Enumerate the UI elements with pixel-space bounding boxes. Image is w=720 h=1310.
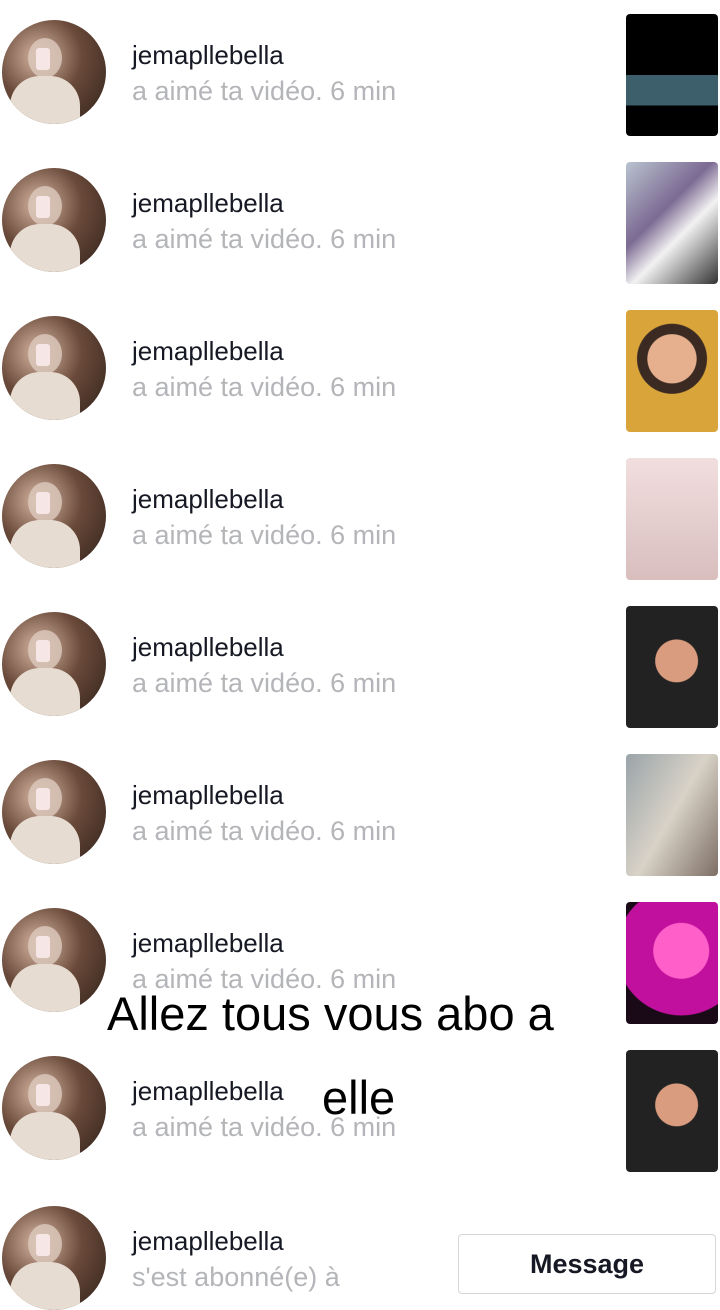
username[interactable]: jemapllebella [132, 1076, 284, 1107]
overlay-caption-line2: elle [322, 1071, 396, 1124]
notification-text: s'est abonné(e) à [132, 1262, 340, 1292]
video-thumbnail[interactable] [626, 162, 718, 284]
notification-row[interactable]: jemapllebella a aimé ta vidéo. 6 min [0, 606, 720, 760]
notification-row[interactable]: jemapllebella a aimé ta vidéo. 6 min [0, 14, 720, 168]
notification-row[interactable]: jemapllebella a aimé ta vidéo. 6 min [0, 310, 720, 464]
user-avatar[interactable] [2, 908, 106, 1012]
video-thumbnail[interactable] [626, 310, 718, 432]
video-thumbnail[interactable] [626, 606, 718, 728]
video-thumbnail[interactable] [626, 754, 718, 876]
notification-text: a aimé ta vidéo. 6 min [132, 224, 397, 254]
user-avatar[interactable] [2, 612, 106, 716]
user-avatar[interactable] [2, 1206, 106, 1310]
username[interactable]: jemapllebella [132, 928, 284, 959]
username[interactable]: jemapllebella [132, 336, 284, 367]
username[interactable]: jemapllebella [132, 188, 284, 219]
message-button[interactable]: Message [458, 1234, 716, 1294]
username[interactable]: jemapllebella [132, 780, 284, 811]
username[interactable]: jemapllebella [132, 1226, 284, 1257]
video-thumbnail[interactable] [626, 902, 718, 1024]
notification-row[interactable]: jemapllebella a aimé ta vidéo. 6 min [0, 754, 720, 908]
user-avatar[interactable] [2, 464, 106, 568]
overlay-caption-line1: Allez tous vous abo a [107, 987, 554, 1040]
video-thumbnail[interactable] [626, 458, 718, 580]
video-thumbnail[interactable] [626, 1050, 718, 1172]
user-avatar[interactable] [2, 760, 106, 864]
username[interactable]: jemapllebella [132, 40, 284, 71]
username[interactable]: jemapllebella [132, 632, 284, 663]
message-button-label: Message [529, 1249, 645, 1279]
notification-text: a aimé ta vidéo. 6 min [132, 520, 397, 550]
user-avatar[interactable] [2, 316, 106, 420]
username[interactable]: jemapllebella [132, 484, 284, 515]
video-thumbnail[interactable] [626, 14, 718, 136]
notification-row[interactable]: jemapllebella a aimé ta vidéo. 6 min [0, 458, 720, 612]
user-avatar[interactable] [2, 1056, 106, 1160]
notification-text: a aimé ta vidéo. 6 min [132, 76, 397, 106]
notification-row[interactable]: jemapllebella a aimé ta vidéo. 6 min [0, 162, 720, 316]
user-avatar[interactable] [2, 20, 106, 124]
user-avatar[interactable] [2, 168, 106, 272]
notification-text: a aimé ta vidéo. 6 min [132, 372, 397, 402]
notification-text: a aimé ta vidéo. 6 min [132, 668, 397, 698]
notification-text: a aimé ta vidéo. 6 min [132, 816, 397, 846]
